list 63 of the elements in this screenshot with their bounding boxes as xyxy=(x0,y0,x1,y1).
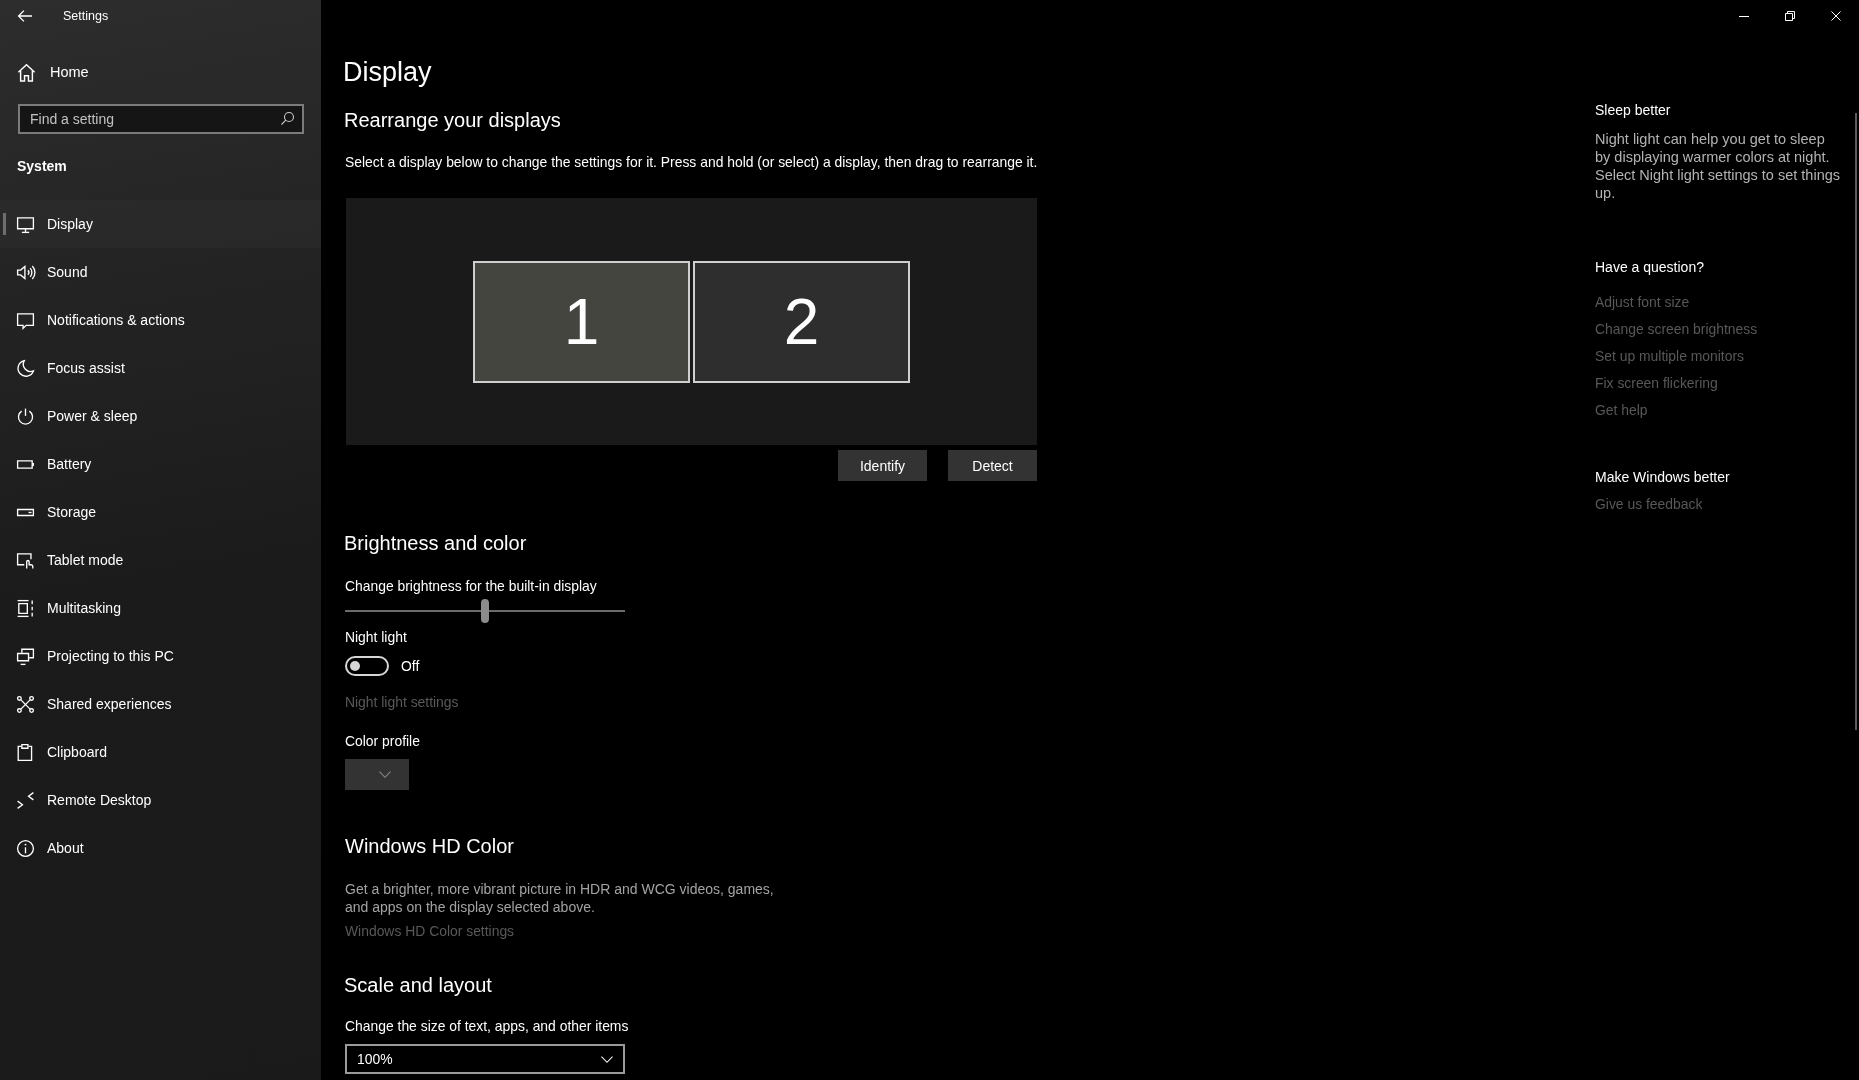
nav-item[interactable]: About xyxy=(0,824,321,872)
section-heading: System xyxy=(16,157,68,176)
clipboard-icon xyxy=(17,743,34,761)
toggle-label: Night light xyxy=(344,628,407,647)
chevrons-icon xyxy=(17,791,34,809)
nav-item[interactable]: Notifications & actions xyxy=(0,296,321,344)
home-nav-item[interactable]: Home xyxy=(0,52,321,92)
back-arrow-icon xyxy=(18,10,32,22)
related-heading: Make Windows better xyxy=(1595,468,1730,487)
speaker-icon xyxy=(17,263,34,281)
minimize-icon xyxy=(1739,15,1749,17)
window-title: Settings xyxy=(63,9,109,23)
nav-item[interactable]: Sound xyxy=(0,248,321,296)
nav-item[interactable]: Power & sleep xyxy=(0,392,321,440)
sleep-tip-text: Night light can help you get to sleep by displaying warmer colors at night. Select Night light settings to set things up. xyxy=(1595,130,1842,202)
home-icon xyxy=(18,63,35,81)
two-screens-icon xyxy=(17,647,34,665)
dropdown-label: Color profile xyxy=(344,732,420,751)
section-title: Brightness and color xyxy=(343,531,527,556)
nav-item[interactable]: Tablet mode xyxy=(0,536,321,584)
toggle-state-label: Off xyxy=(401,658,420,674)
section-title: Scale and layout xyxy=(343,973,492,998)
speech-bubble-icon xyxy=(17,311,34,329)
nav-item[interactable]: Remote Desktop xyxy=(0,776,321,824)
restore-icon xyxy=(1785,11,1795,21)
scrollbar[interactable] xyxy=(1855,113,1857,730)
tablet-touch-icon xyxy=(17,551,34,569)
nav-item[interactable]: Shared experiences xyxy=(0,680,321,728)
chevron-down-icon xyxy=(601,1055,613,1063)
scale-dropdown[interactable]: 100% xyxy=(345,1044,625,1074)
monitor-tile[interactable]: 2 xyxy=(693,260,910,383)
nav-item[interactable]: Display xyxy=(0,200,321,248)
dropdown-label: Change the size of text, apps, and other items xyxy=(344,1017,629,1036)
selection-indicator xyxy=(3,213,6,235)
nav-item[interactable]: Clipboard xyxy=(0,728,321,776)
section-title: Windows HD Color xyxy=(344,834,514,859)
monitor-icon xyxy=(17,215,34,233)
nav-item[interactable]: Projecting to this PC xyxy=(0,632,321,680)
page-title: Display xyxy=(343,56,432,89)
search-icon xyxy=(281,112,294,125)
related-heading: Have a question? xyxy=(1595,258,1704,277)
action-button[interactable]: Identify xyxy=(838,450,927,481)
close-icon xyxy=(1831,11,1841,21)
chevron-down-icon xyxy=(379,771,391,778)
monitor-tile[interactable]: 1 xyxy=(473,260,690,383)
nav-item[interactable]: Battery xyxy=(0,440,321,488)
power-icon xyxy=(17,407,34,425)
connected-nodes-icon xyxy=(17,695,34,713)
nav-item[interactable]: Multitasking xyxy=(0,584,321,632)
slider-label: Change brightness for the built-in display xyxy=(344,577,597,596)
arrange-description: Select a display below to change the settings for it. Press and hold (or select) a display, then drag to rearrange it. xyxy=(345,153,1038,172)
night-light-toggle[interactable] xyxy=(345,656,389,676)
related-heading: Sleep better xyxy=(1595,101,1671,120)
info-icon xyxy=(17,839,34,857)
action-button[interactable]: Detect xyxy=(948,450,1037,481)
window-layout-icon xyxy=(17,599,34,617)
moon-icon xyxy=(17,359,34,377)
search-field[interactable]: Find a setting xyxy=(18,104,304,134)
nav-item[interactable]: Focus assist xyxy=(0,344,321,392)
section-title: Rearrange your displays xyxy=(343,108,561,133)
hd-color-description: Get a brighter, more vibrant picture in HDR and WCG videos, games, and apps on the display selected above. xyxy=(345,880,775,916)
nav-item[interactable]: Storage xyxy=(0,488,321,536)
slider-thumb[interactable] xyxy=(481,599,489,623)
